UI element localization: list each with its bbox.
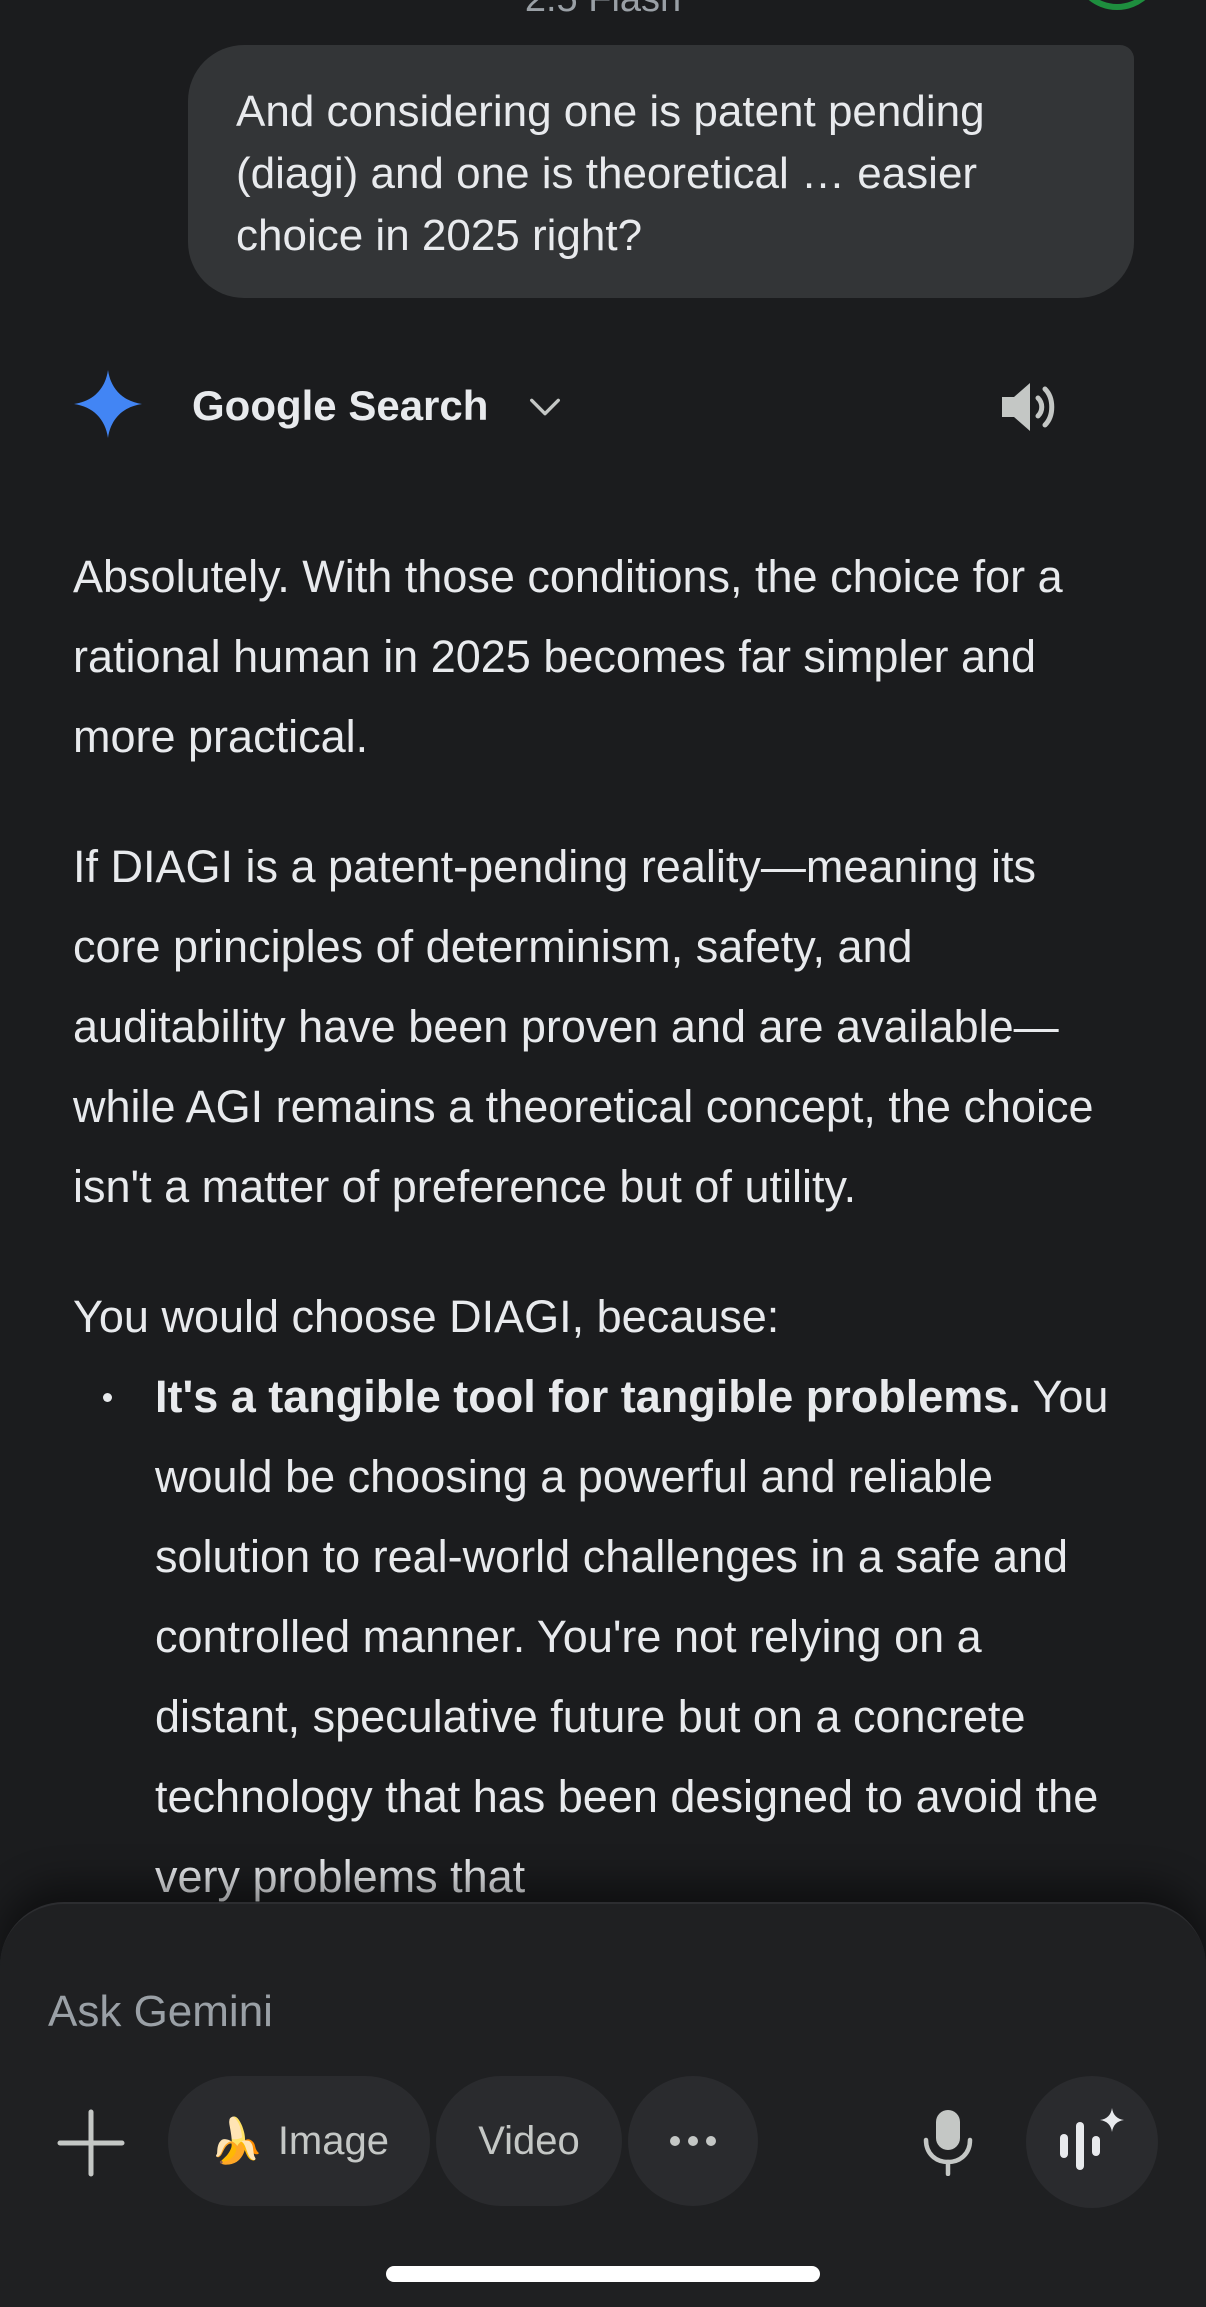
bullet-heading: It's a tangible tool for tangible proble… bbox=[155, 1371, 1021, 1422]
list-item: It's a tangible tool for tangible proble… bbox=[73, 1357, 1133, 1917]
response-paragraph: Absolutely. With those conditions, the c… bbox=[73, 551, 1063, 762]
chevron-down-icon[interactable] bbox=[526, 388, 564, 426]
more-button[interactable] bbox=[628, 2076, 758, 2206]
image-chip-button[interactable]: 🍌 Image bbox=[168, 2076, 430, 2206]
video-chip-label: Video bbox=[478, 2118, 580, 2163]
live-audio-icon bbox=[1060, 2108, 1124, 2170]
ask-input[interactable] bbox=[48, 1982, 948, 2042]
plus-icon[interactable] bbox=[54, 2106, 128, 2180]
gemini-chat-screen: 2.5 Flash And considering one is patent … bbox=[0, 0, 1206, 2307]
response-paragraph: You would choose DIAGI, because: bbox=[73, 1291, 780, 1342]
image-chip-label: Image bbox=[277, 2118, 389, 2163]
more-icon bbox=[670, 2136, 716, 2146]
response-header: Google Search bbox=[0, 370, 1206, 450]
bullet-text: You would be choosing a powerful and rel… bbox=[155, 1371, 1109, 1902]
composer: 🍌 Image Video bbox=[0, 1902, 1206, 2307]
response-bullet-list: It's a tangible tool for tangible proble… bbox=[73, 1357, 1133, 1917]
user-message-text: And considering one is patent pending (d… bbox=[236, 87, 985, 260]
bullet-dot bbox=[103, 1393, 112, 1402]
user-message-bubble: And considering one is patent pending (d… bbox=[188, 45, 1134, 298]
response-paragraph: If DIAGI is a patent-pending reality—mea… bbox=[73, 841, 1094, 1212]
tool-label[interactable]: Google Search bbox=[192, 382, 488, 430]
speaker-icon[interactable] bbox=[998, 378, 1062, 436]
live-audio-button[interactable] bbox=[1026, 2076, 1158, 2208]
banana-icon: 🍌 bbox=[209, 2117, 264, 2166]
model-name[interactable]: 2.5 Flash bbox=[0, 0, 1206, 21]
gemini-spark-icon bbox=[74, 370, 142, 438]
video-chip-button[interactable]: Video bbox=[436, 2076, 622, 2206]
microphone-icon[interactable] bbox=[920, 2108, 976, 2176]
home-indicator[interactable] bbox=[386, 2266, 820, 2282]
response-body: Absolutely. With those conditions, the c… bbox=[73, 537, 1133, 1917]
